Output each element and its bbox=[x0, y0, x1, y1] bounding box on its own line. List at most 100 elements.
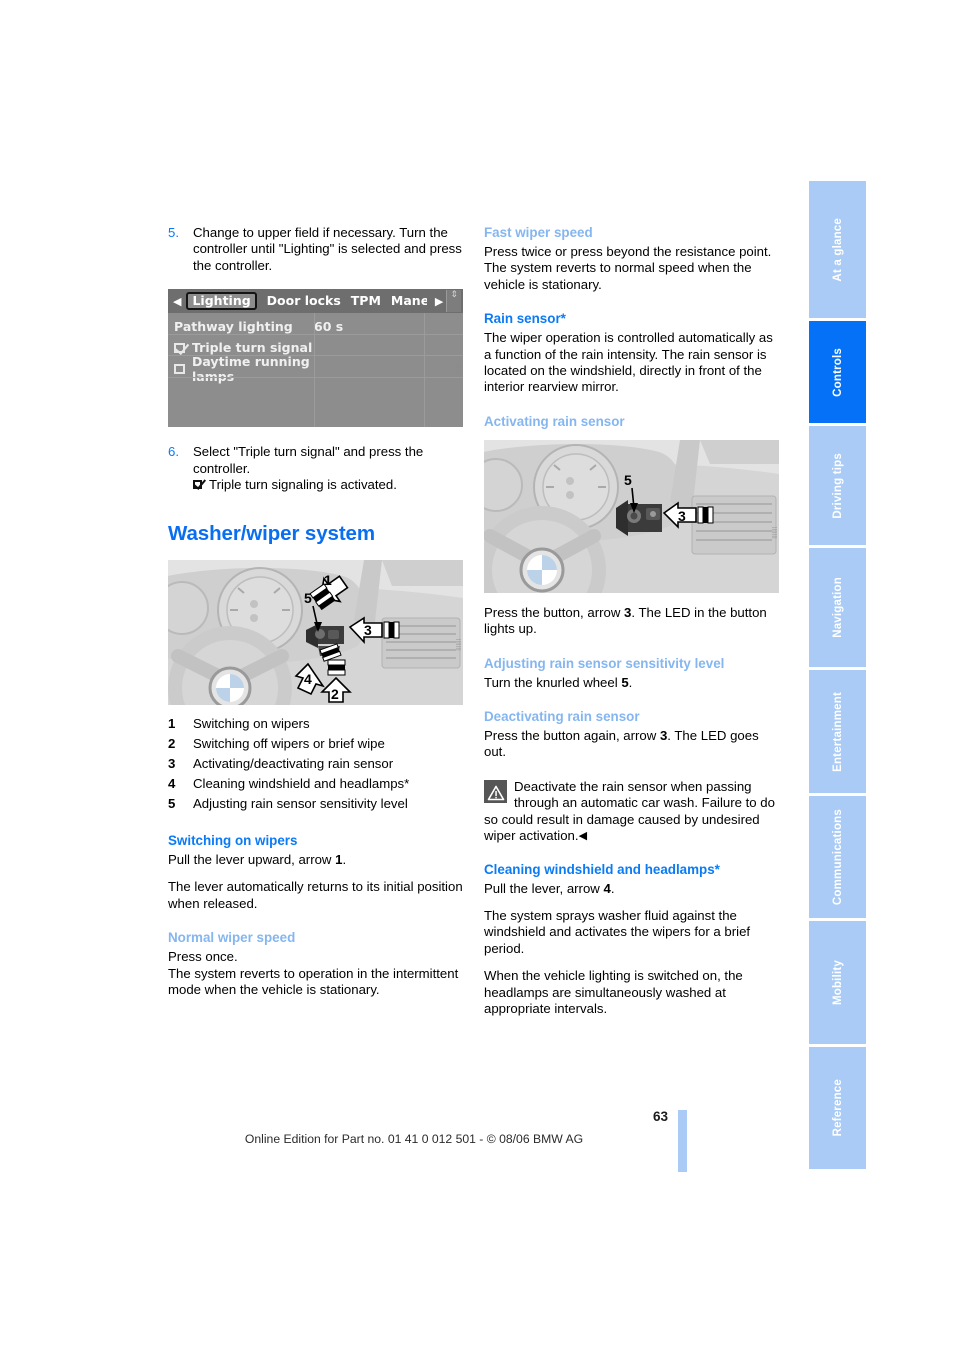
step-5: 5. Change to upper field if necessary. T… bbox=[168, 225, 463, 274]
paragraph: Press twice or press beyond the resistan… bbox=[484, 244, 772, 259]
sidebar-item-label: Entertainment bbox=[831, 691, 844, 772]
figure-credit: ||||||||| bbox=[455, 361, 461, 380]
sidebar-item-label: Mobility bbox=[831, 959, 844, 1006]
idrive-tab-maneu[interactable]: Maneu bbox=[391, 295, 427, 308]
divider bbox=[168, 377, 463, 379]
step-5-text: Change to upper field if necessary. Turn… bbox=[193, 225, 462, 273]
footer-note: Online Edition for Part no. 01 41 0 012 … bbox=[244, 1132, 584, 1146]
warning-note: Deactivate the rain sensor when passing … bbox=[484, 779, 779, 845]
sidebar-item-reference[interactable]: Reference bbox=[809, 1047, 866, 1169]
idrive-tab-lighting[interactable]: Lighting bbox=[186, 291, 257, 311]
sidebar-item-driving-tips[interactable]: Driving tips bbox=[809, 426, 866, 545]
sidebar-item-entertainment[interactable]: Entertainment bbox=[809, 670, 866, 793]
legend-number: 5 bbox=[168, 796, 176, 812]
legend-label: Switching off wipers or brief wipe bbox=[193, 736, 385, 752]
sidebar-item-at-a-glance[interactable]: At a glance bbox=[809, 181, 866, 318]
legend-number: 4 bbox=[168, 776, 176, 792]
paragraph: Turn the knurled wheel 5. bbox=[484, 674, 633, 690]
paragraph: Pull the lever, arrow 4. bbox=[484, 880, 615, 896]
legend-item: 1 Switching on wipers bbox=[168, 716, 463, 732]
idrive-row-daytime-running-lamps[interactable]: Daytime running lamps bbox=[174, 354, 463, 384]
divider bbox=[168, 334, 463, 336]
sidebar-item-label: Reference bbox=[831, 1079, 844, 1137]
svg-text:2: 2 bbox=[331, 686, 339, 702]
heading-deactivating-rain-sensor: Deactivating rain sensor bbox=[484, 709, 640, 725]
checkbox-unchecked-icon[interactable] bbox=[174, 363, 185, 374]
divider bbox=[424, 313, 425, 428]
warning-triangle-glyph bbox=[487, 785, 504, 800]
chevron-left-icon[interactable]: ◀ bbox=[170, 296, 184, 307]
scroll-indicator-icon[interactable]: ⇕ bbox=[446, 290, 461, 313]
heading-activating-rain-sensor: Activating rain sensor bbox=[484, 413, 625, 429]
right-column: Fast wiper speed Press twice or press be… bbox=[484, 225, 779, 1028]
idrive-tab-bar: ◀ Lighting Door locks TPM Maneu ▶ ⇕ bbox=[168, 289, 463, 314]
step-6-text: Select "Triple turn signal" and press th… bbox=[192, 444, 463, 493]
left-column: 5. Change to upper field if necessary. T… bbox=[168, 225, 463, 1009]
legend-item: 3 Activating/deactivating rain sensor bbox=[168, 756, 463, 772]
divider bbox=[168, 355, 463, 357]
paragraph: The system sprays washer fluid against t… bbox=[484, 907, 751, 956]
sidebar-item-label: Controls bbox=[831, 347, 844, 397]
heading-adjusting-rain-sensor-sensitivity: Adjusting rain sensor sensitivity level bbox=[484, 655, 725, 671]
heading-switching-on-wipers: Switching on wipers bbox=[168, 832, 298, 848]
page-number: 63 bbox=[652, 1109, 668, 1124]
idrive-row-label: Pathway lighting bbox=[174, 319, 293, 335]
sidebar-item-mobility[interactable]: Mobility bbox=[809, 921, 866, 1044]
paragraph: Press the button again, arrow 3. The LED… bbox=[484, 728, 759, 760]
dashboard-illustration: 1 2 3 4 5 bbox=[168, 560, 463, 706]
step-6: 6. Select "Triple turn signal" and press… bbox=[168, 444, 463, 493]
legend-item: 5 Adjusting rain sensor sensitivity leve… bbox=[168, 796, 463, 812]
section-tabs: At a glance Controls Driving tips Naviga… bbox=[809, 181, 866, 1169]
divider bbox=[314, 313, 315, 428]
manual-page: 5. Change to upper field if necessary. T… bbox=[0, 0, 954, 1351]
step-5-number: 5. bbox=[168, 225, 179, 240]
legend-item: 4 Cleaning windshield and headlamps* bbox=[168, 776, 463, 792]
svg-text:3: 3 bbox=[364, 622, 372, 638]
paragraph: The wiper operation is controlled automa… bbox=[484, 330, 773, 395]
legend-label: Cleaning windshield and headlamps* bbox=[193, 776, 410, 792]
figure-credit: ||||||| bbox=[771, 526, 777, 539]
legend-number: 1 bbox=[168, 716, 176, 732]
sidebar-item-label: Navigation bbox=[831, 577, 844, 638]
figure-legend: 1 Switching on wipers 2 Switching off wi… bbox=[168, 716, 463, 812]
sidebar-item-controls[interactable]: Controls bbox=[809, 321, 866, 423]
paragraph: The lever automatically returns to its i… bbox=[168, 879, 463, 911]
idrive-tab-door-locks[interactable]: Door locks bbox=[267, 294, 341, 308]
step-6-instruction: Select "Triple turn signal" and press th… bbox=[193, 444, 424, 476]
page-title: Washer/wiper system bbox=[168, 522, 375, 546]
footer-accent-bar bbox=[678, 1110, 687, 1172]
step-6-number: 6. bbox=[168, 444, 179, 460]
sidebar-item-communications[interactable]: Communications bbox=[809, 796, 866, 918]
idrive-tab-tpm[interactable]: TPM bbox=[351, 294, 381, 308]
svg-text:5: 5 bbox=[304, 590, 312, 606]
figure-wiper-stalk: 1 2 3 4 5 ||||||| bbox=[168, 560, 463, 706]
checkbox-checked-icon[interactable] bbox=[174, 342, 185, 353]
idrive-row-value: 60 s bbox=[314, 319, 344, 335]
warning-end-marker: ◀ bbox=[578, 830, 588, 843]
legend-number: 3 bbox=[168, 756, 176, 772]
legend-item: 2 Switching off wipers or brief wipe bbox=[168, 736, 463, 752]
paragraph: When the vehicle lighting is switched on… bbox=[484, 968, 743, 1016]
sidebar-item-label: Communications bbox=[831, 808, 844, 906]
idrive-row-label: Daytime running lamps bbox=[192, 353, 310, 384]
chevron-right-icon[interactable]: ▶ bbox=[432, 296, 446, 307]
dashboard-closeup-illustration: 5 3 bbox=[484, 439, 779, 593]
paragraph: The system reverts to normal speed when … bbox=[484, 260, 752, 292]
paragraph: Press the button, arrow 3. The LED in th… bbox=[484, 604, 767, 637]
heading-cleaning-windshield-headlamps: Cleaning windshield and headlamps* bbox=[484, 861, 720, 877]
sidebar-item-label: Driving tips bbox=[831, 452, 844, 519]
sidebar-item-navigation[interactable]: Navigation bbox=[809, 548, 866, 667]
svg-text:3: 3 bbox=[678, 508, 686, 524]
legend-label: Switching on wipers bbox=[193, 716, 310, 732]
warning-triangle-icon bbox=[484, 779, 507, 803]
